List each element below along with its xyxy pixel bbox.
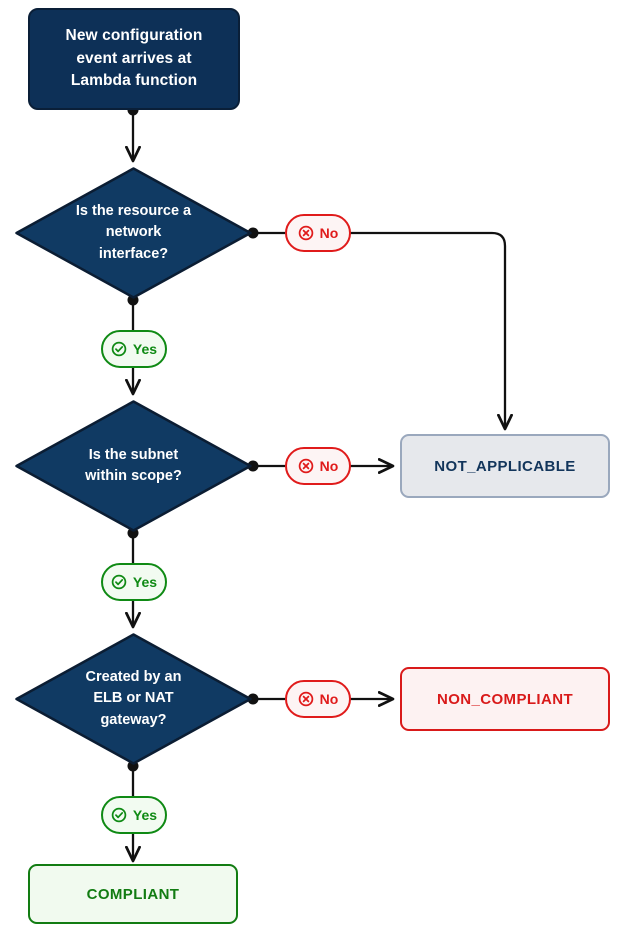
node-result-non-compliant[interactable]: NON_COMPLIANT [400, 667, 610, 731]
node-decision-subnet-scope[interactable]: Is the subnet within scope? [14, 399, 253, 533]
node-result-not-applicable[interactable]: NOT_APPLICABLE [400, 434, 610, 498]
flowchart-canvas: New configuration event arrives at Lambd… [0, 0, 618, 934]
node-decision-elb-nat[interactable]: Created by an ELB or NAT gateway? [14, 632, 253, 766]
node-result-not-applicable-label: NOT_APPLICABLE [434, 457, 576, 475]
times-circle-icon [298, 458, 313, 474]
edge-label-yes-3[interactable]: Yes [101, 796, 167, 834]
check-circle-icon [111, 574, 127, 590]
node-decision-subnet-scope-label: Is the subnet within scope? [85, 446, 182, 484]
node-decision-network-interface-label: Is the resource a network interface? [75, 203, 192, 262]
edge-label-no-3[interactable]: No [285, 680, 351, 718]
times-circle-icon [298, 691, 313, 707]
check-circle-icon [111, 341, 127, 357]
node-decision-elb-nat-label: Created by an ELB or NAT gateway? [85, 669, 182, 728]
edge-label-yes-1-text: Yes [132, 341, 158, 357]
edge-label-no-2-text: No [319, 458, 339, 474]
node-result-non-compliant-label: NON_COMPLIANT [436, 690, 574, 708]
edge-label-no-1-text: No [319, 225, 339, 241]
times-circle-icon [298, 225, 313, 241]
edge-label-no-1[interactable]: No [285, 214, 351, 252]
edge-label-yes-2[interactable]: Yes [101, 563, 167, 601]
node-result-compliant[interactable]: COMPLIANT [28, 864, 238, 924]
node-start-label: New configuration event arrives at Lambd… [65, 27, 203, 90]
edge-label-no-2[interactable]: No [285, 447, 351, 485]
edge-label-yes-3-text: Yes [132, 807, 158, 823]
check-circle-icon [111, 807, 127, 823]
node-result-compliant-label: COMPLIANT [86, 885, 180, 903]
edge-decision1-no-long [350, 231, 505, 428]
edge-label-yes-1[interactable]: Yes [101, 330, 167, 368]
node-decision-network-interface[interactable]: Is the resource a network interface? [14, 166, 253, 300]
edge-label-no-3-text: No [319, 691, 339, 707]
node-start[interactable]: New configuration event arrives at Lambd… [28, 8, 240, 110]
edge-label-yes-2-text: Yes [132, 574, 158, 590]
